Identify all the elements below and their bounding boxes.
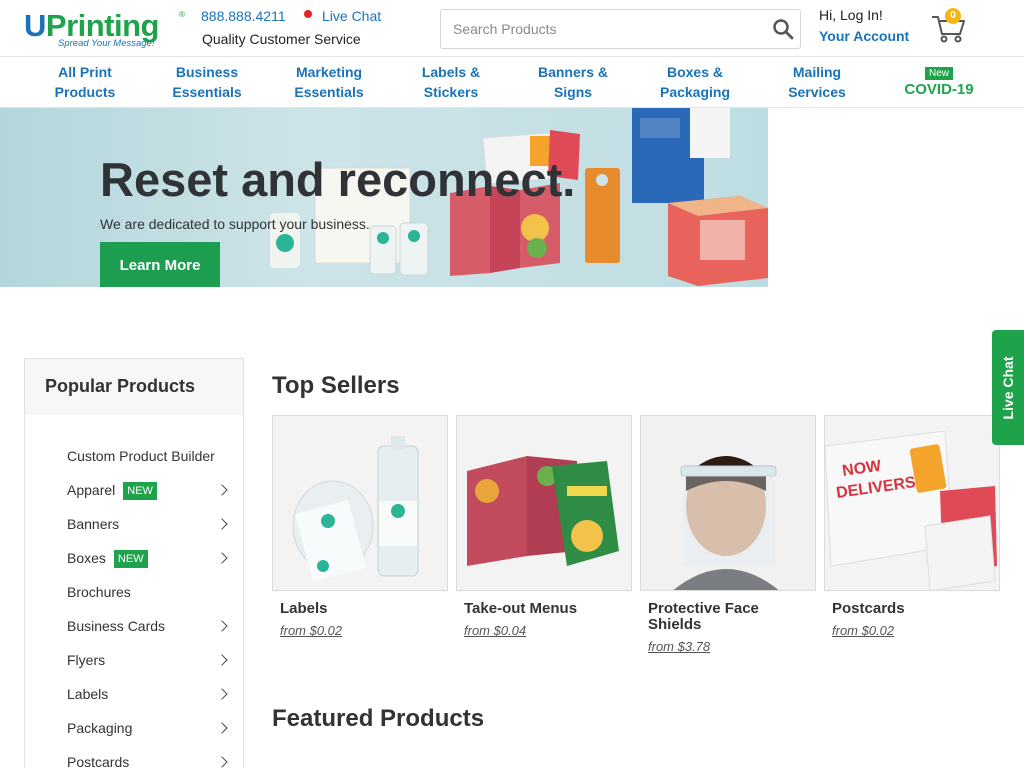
product-price[interactable]: from $0.02 [272,623,448,638]
new-badge: NEW [113,550,148,568]
sidebar-item-postcards[interactable]: Postcards [25,745,243,768]
nav-all-print-products[interactable]: All Print Products [24,62,146,102]
product-card-take-out-menus[interactable]: Take-out Menus from $0.04 [456,415,632,638]
hero-subtitle: We are dedicated to support your busines… [100,216,370,232]
chevron-right-icon [216,484,228,496]
nav-label-line2: Signs [553,84,593,100]
new-badge: NEW [123,482,157,500]
live-chat-tab-label: Live Chat [1000,355,1016,420]
product-price[interactable]: from $3.78 [640,639,816,654]
popular-products-sidebar: Popular Products Custom Product Builder … [24,358,244,768]
sidebar-item-labels[interactable]: Labels [25,677,243,711]
product-name[interactable]: Labels [272,601,448,617]
sidebar-item-boxes[interactable]: Boxes NEW [25,541,243,575]
chevron-right-icon [216,620,228,632]
learn-more-button[interactable]: Learn More [100,242,220,287]
search-icon[interactable] [772,18,794,40]
sidebar-title: Popular Products [25,359,243,414]
nav-label-line1: Boxes & [666,64,724,80]
product-image-labels[interactable] [272,415,448,591]
sidebar-item-banners[interactable]: Banners [25,507,243,541]
logo-u: U [24,8,46,43]
nav-label-line2: Services [788,84,846,100]
chevron-right-icon [216,654,228,666]
sidebar-item-business-cards[interactable]: Business Cards [25,609,243,643]
nav-labels-stickers[interactable]: Labels & Stickers [390,62,512,102]
nav-label-line1: All Print [58,64,112,80]
sidebar-item-label: Custom Product Builder [67,448,215,464]
site-header: UPrinting ® Spread Your Message! 888.888… [0,0,1024,57]
live-chat-status-icon [304,10,312,18]
login-link[interactable]: Hi, Log In! [819,7,883,23]
your-account-link[interactable]: Your Account [819,28,909,44]
chevron-right-icon [216,756,228,768]
sidebar-list: Custom Product Builder Apparel NEW Banner… [25,439,243,768]
search-box [440,9,801,49]
nav-label-line2: Essentials [172,84,242,100]
live-chat-tab[interactable]: Live Chat [992,330,1024,445]
product-name[interactable]: Protective Face Shields [640,601,816,633]
sidebar-item-label: Boxes [67,550,106,566]
live-chat-link[interactable]: Live Chat [322,8,381,24]
nav-label-line2: Essentials [294,84,364,100]
product-card-face-shields[interactable]: Protective Face Shields from $3.78 [640,415,816,654]
cart-count-badge: 0 [945,8,961,24]
sidebar-item-label: Apparel [67,482,116,498]
product-card-postcards[interactable]: NOW DELIVERS! Postcards from $0.02 [824,415,1000,638]
product-image-postcards[interactable]: NOW DELIVERS! [824,415,1000,591]
sidebar-item-label: Packaging [67,720,133,736]
featured-products-heading: Featured Products [272,705,485,732]
phone-number[interactable]: 888.888.4211 [201,8,286,24]
nav-label-line2: Products [54,84,116,100]
sidebar-item-custom-product-builder[interactable]: Custom Product Builder [25,439,243,473]
nav-mailing-services[interactable]: Mailing Services [756,62,878,102]
product-price[interactable]: from $0.04 [456,623,632,638]
top-sellers-heading: Top Sellers [272,372,400,399]
main-navigation: All Print Products Business Essentials M… [0,57,1024,108]
sidebar-item-label: Brochures [67,584,131,600]
nav-marketing-essentials[interactable]: Marketing Essentials [268,62,390,102]
product-image-take-out-menus[interactable] [456,415,632,591]
uprinting-logo[interactable]: UPrinting ® Spread Your Message! [24,9,189,51]
nav-label-line1: Business [175,64,239,80]
product-name[interactable]: Postcards [824,601,1000,617]
nav-business-essentials[interactable]: Business Essentials [146,62,268,102]
nav-label-line2: COVID-19 [904,81,974,98]
nav-boxes-packaging[interactable]: Boxes & Packaging [634,62,756,102]
nav-label-line1: Labels & [421,64,481,80]
chevron-right-icon [216,552,228,564]
chevron-right-icon [216,688,228,700]
quality-service-text: Quality Customer Service [202,31,361,47]
nav-label-line1: Mailing [792,64,842,80]
sidebar-item-brochures[interactable]: Brochures [25,575,243,609]
nav-label-line2: Packaging [659,84,731,100]
nav-label-line1: Marketing [295,64,363,80]
product-price[interactable]: from $0.02 [824,623,1000,638]
sidebar-item-apparel[interactable]: Apparel NEW [25,473,243,507]
sidebar-item-label: Labels [67,686,109,702]
hero-title: Reset and reconnect. [100,153,576,206]
logo-tagline: Spread Your Message! [58,38,155,49]
product-name[interactable]: Take-out Menus [456,601,632,617]
hero-banner: Reset and reconnect. We are dedicated to… [0,108,768,287]
logo-registered-mark: ® [179,10,185,19]
sidebar-item-label: Flyers [67,652,106,668]
product-card-labels[interactable]: Labels from $0.02 [272,415,448,638]
nav-label-line2: Stickers [423,84,479,100]
sidebar-item-label: Business Cards [67,618,166,634]
new-badge: New [924,67,953,80]
sidebar-item-packaging[interactable]: Packaging [25,711,243,745]
product-image-face-shields[interactable] [640,415,816,591]
chevron-right-icon [216,518,228,530]
nav-covid-19[interactable]: New COVID-19 [878,64,1000,100]
nav-banners-signs[interactable]: Banners & Signs [512,62,634,102]
sidebar-item-flyers[interactable]: Flyers [25,643,243,677]
cart-button[interactable]: 0 [930,8,968,44]
nav-label-line1: Banners & [537,64,609,80]
search-input[interactable] [441,10,761,48]
chevron-right-icon [216,722,228,734]
sidebar-item-label: Banners [67,516,120,532]
sidebar-item-label: Postcards [67,754,130,768]
